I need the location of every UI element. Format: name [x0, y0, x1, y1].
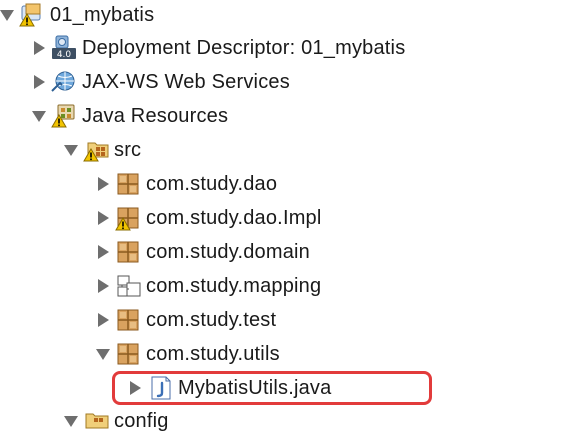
- chevron-right-icon[interactable]: [33, 75, 45, 89]
- tree-item-label: src: [114, 138, 142, 161]
- tree-item-label: config: [114, 409, 169, 432]
- tree-item-label: com.study.domain: [146, 240, 311, 263]
- chevron-right-icon[interactable]: [97, 279, 109, 293]
- chevron-right-icon[interactable]: [97, 211, 109, 225]
- expand-toggle[interactable]: [96, 313, 110, 327]
- tree-item-label: JAX-WS Web Services: [82, 70, 290, 93]
- tree-item-package-test[interactable]: com.study.test: [0, 303, 562, 337]
- highlight-box: [112, 371, 432, 405]
- tree-item-label: com.study.utils: [146, 342, 280, 365]
- chevron-down-icon[interactable]: [96, 348, 110, 360]
- tree-item-package-mapping[interactable]: com.study.mapping: [0, 269, 562, 303]
- tree-item-label: Java Resources: [82, 104, 229, 127]
- expand-toggle[interactable]: [96, 211, 110, 225]
- package-icon: [114, 341, 144, 367]
- project-warning-icon: [18, 2, 48, 28]
- expand-toggle[interactable]: [96, 279, 110, 293]
- java-resources-warning-icon: [50, 103, 80, 129]
- svg-text:4.0: 4.0: [57, 50, 72, 60]
- collapse-toggle[interactable]: [96, 347, 110, 361]
- collapse-toggle[interactable]: [32, 109, 46, 123]
- tree-item-label: com.study.mapping: [146, 274, 322, 297]
- tree-item-package-dao[interactable]: com.study.dao: [0, 167, 562, 201]
- chevron-down-icon[interactable]: [32, 110, 46, 122]
- deployment-descriptor-icon: 4.0: [50, 35, 80, 61]
- chevron-right-icon[interactable]: [97, 313, 109, 327]
- expand-toggle[interactable]: [96, 245, 110, 259]
- source-folder-icon: [82, 408, 112, 434]
- chevron-down-icon[interactable]: [64, 415, 78, 427]
- chevron-down-icon[interactable]: [64, 144, 78, 156]
- tree-item-label: 01_mybatis: [50, 3, 155, 26]
- empty-package-icon: [114, 273, 144, 299]
- expand-toggle[interactable]: [96, 177, 110, 191]
- tree-item-project[interactable]: 01_mybatis: [0, 0, 562, 32]
- tree-item-jaxws-web-services[interactable]: JAX-WS Web Services: [0, 65, 562, 99]
- tree-item-package-utils[interactable]: com.study.utils: [0, 337, 562, 371]
- collapse-toggle[interactable]: [0, 8, 14, 22]
- expand-toggle[interactable]: [32, 75, 46, 89]
- tree-item-package-domain[interactable]: com.study.domain: [0, 235, 562, 269]
- collapse-toggle[interactable]: [64, 143, 78, 157]
- tree-item-label: com.study.dao.Impl: [146, 206, 322, 229]
- tree-item-deployment-descriptor[interactable]: 4.0 Deployment Descriptor: 01_mybatis: [0, 31, 562, 65]
- source-folder-warning-icon: [82, 137, 112, 163]
- chevron-down-icon[interactable]: [0, 9, 14, 21]
- package-icon: [114, 171, 144, 197]
- collapse-toggle[interactable]: [64, 414, 78, 428]
- tree-item-java-resources[interactable]: Java Resources: [0, 99, 562, 133]
- chevron-right-icon[interactable]: [97, 245, 109, 259]
- package-icon: [114, 307, 144, 333]
- chevron-right-icon[interactable]: [33, 41, 45, 55]
- chevron-right-icon[interactable]: [97, 177, 109, 191]
- tree-item-src[interactable]: src: [0, 133, 562, 167]
- tree-item-label: Deployment Descriptor: 01_mybatis: [82, 36, 406, 59]
- package-warning-icon: [114, 205, 144, 231]
- package-icon: [114, 239, 144, 265]
- expand-toggle[interactable]: [32, 41, 46, 55]
- tree-item-package-dao-impl[interactable]: com.study.dao.Impl: [0, 201, 562, 235]
- web-services-icon: [50, 69, 80, 95]
- tree-item-label: com.study.test: [146, 308, 277, 331]
- tree-item-config[interactable]: config: [0, 404, 562, 438]
- tree-item-label: com.study.dao: [146, 172, 278, 195]
